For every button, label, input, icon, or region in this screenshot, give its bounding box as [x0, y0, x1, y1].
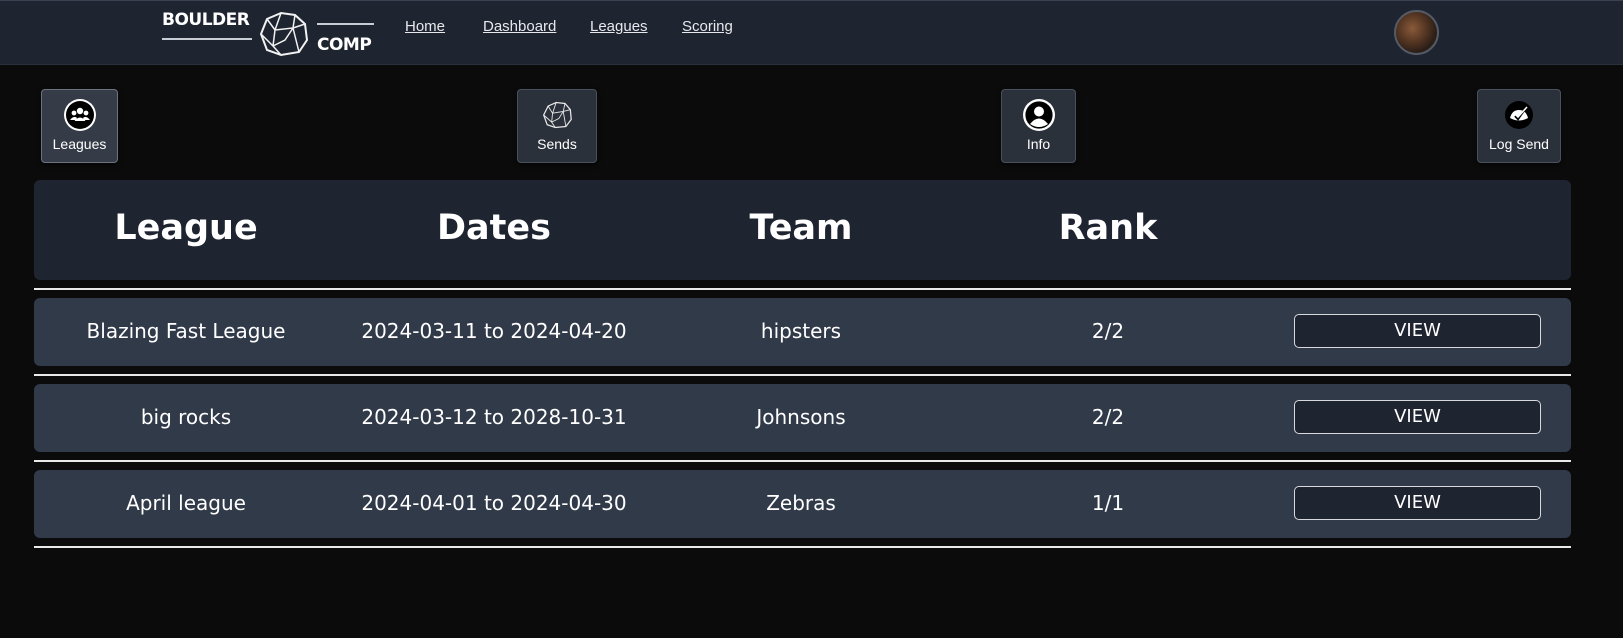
- logo-word-boulder: BOULDER: [162, 10, 250, 30]
- league-dates: 2024-03-12 to 2028-10-31: [361, 405, 627, 429]
- table-row: big rocks 2024-03-12 to 2028-10-31 Johns…: [34, 384, 1571, 452]
- league-name: Blazing Fast League: [86, 319, 286, 343]
- logo-rule: [317, 23, 374, 25]
- league-name: April league: [126, 491, 246, 515]
- nav-scoring-link[interactable]: Scoring: [682, 18, 733, 35]
- user-icon: [1022, 99, 1055, 131]
- divider: [34, 546, 1571, 548]
- view-button[interactable]: VIEW: [1294, 400, 1541, 434]
- column-header-team: Team: [749, 208, 853, 248]
- team-rank: 2/2: [1091, 319, 1125, 343]
- top-navbar: BOULDER COMP Home Dashboard Leagues Scor…: [0, 0, 1623, 65]
- nav-home-link[interactable]: Home: [405, 18, 445, 35]
- column-header-dates: Dates: [437, 208, 551, 248]
- table-row: Blazing Fast League 2024-03-11 to 2024-0…: [34, 298, 1571, 366]
- log-send-button-label: Log Send: [1489, 136, 1549, 152]
- league-dates: 2024-04-01 to 2024-04-30: [361, 491, 627, 515]
- nav-leagues-link[interactable]: Leagues: [590, 18, 648, 35]
- league-name: big rocks: [140, 405, 232, 429]
- team-name: Zebras: [766, 491, 836, 515]
- column-header-rank: Rank: [1058, 208, 1158, 248]
- logo-word-comp: COMP: [317, 35, 372, 55]
- sends-button-label: Sends: [537, 136, 577, 152]
- check-badge-icon: [1505, 101, 1533, 129]
- team-rank: 1/1: [1091, 491, 1125, 515]
- log-send-button[interactable]: Log Send: [1477, 89, 1561, 163]
- league-dates: 2024-03-11 to 2024-04-20: [361, 319, 627, 343]
- leagues-button-label: Leagues: [52, 136, 107, 152]
- leagues-button[interactable]: Leagues: [41, 89, 118, 163]
- group-icon: [63, 99, 96, 131]
- table-header: League Dates Team Rank: [34, 180, 1571, 280]
- team-name: Johnsons: [756, 405, 846, 429]
- avatar[interactable]: [1394, 10, 1439, 55]
- team-name: hipsters: [760, 319, 842, 343]
- rock-icon: [259, 11, 309, 57]
- divider: [34, 288, 1571, 290]
- logo-rule: [162, 38, 252, 40]
- sends-button[interactable]: Sends: [517, 89, 597, 163]
- team-rank: 2/2: [1091, 405, 1125, 429]
- info-button[interactable]: Info: [1001, 89, 1076, 163]
- boulder-icon: [542, 101, 572, 129]
- divider: [34, 374, 1571, 376]
- table-row: April league 2024-04-01 to 2024-04-30 Ze…: [34, 470, 1571, 538]
- view-button[interactable]: VIEW: [1294, 314, 1541, 348]
- info-button-label: Info: [1026, 136, 1051, 152]
- nav-dashboard-link[interactable]: Dashboard: [483, 18, 556, 35]
- view-button[interactable]: VIEW: [1294, 486, 1541, 520]
- divider: [34, 460, 1571, 462]
- logo[interactable]: BOULDER COMP: [160, 9, 375, 59]
- column-header-league: League: [114, 208, 258, 248]
